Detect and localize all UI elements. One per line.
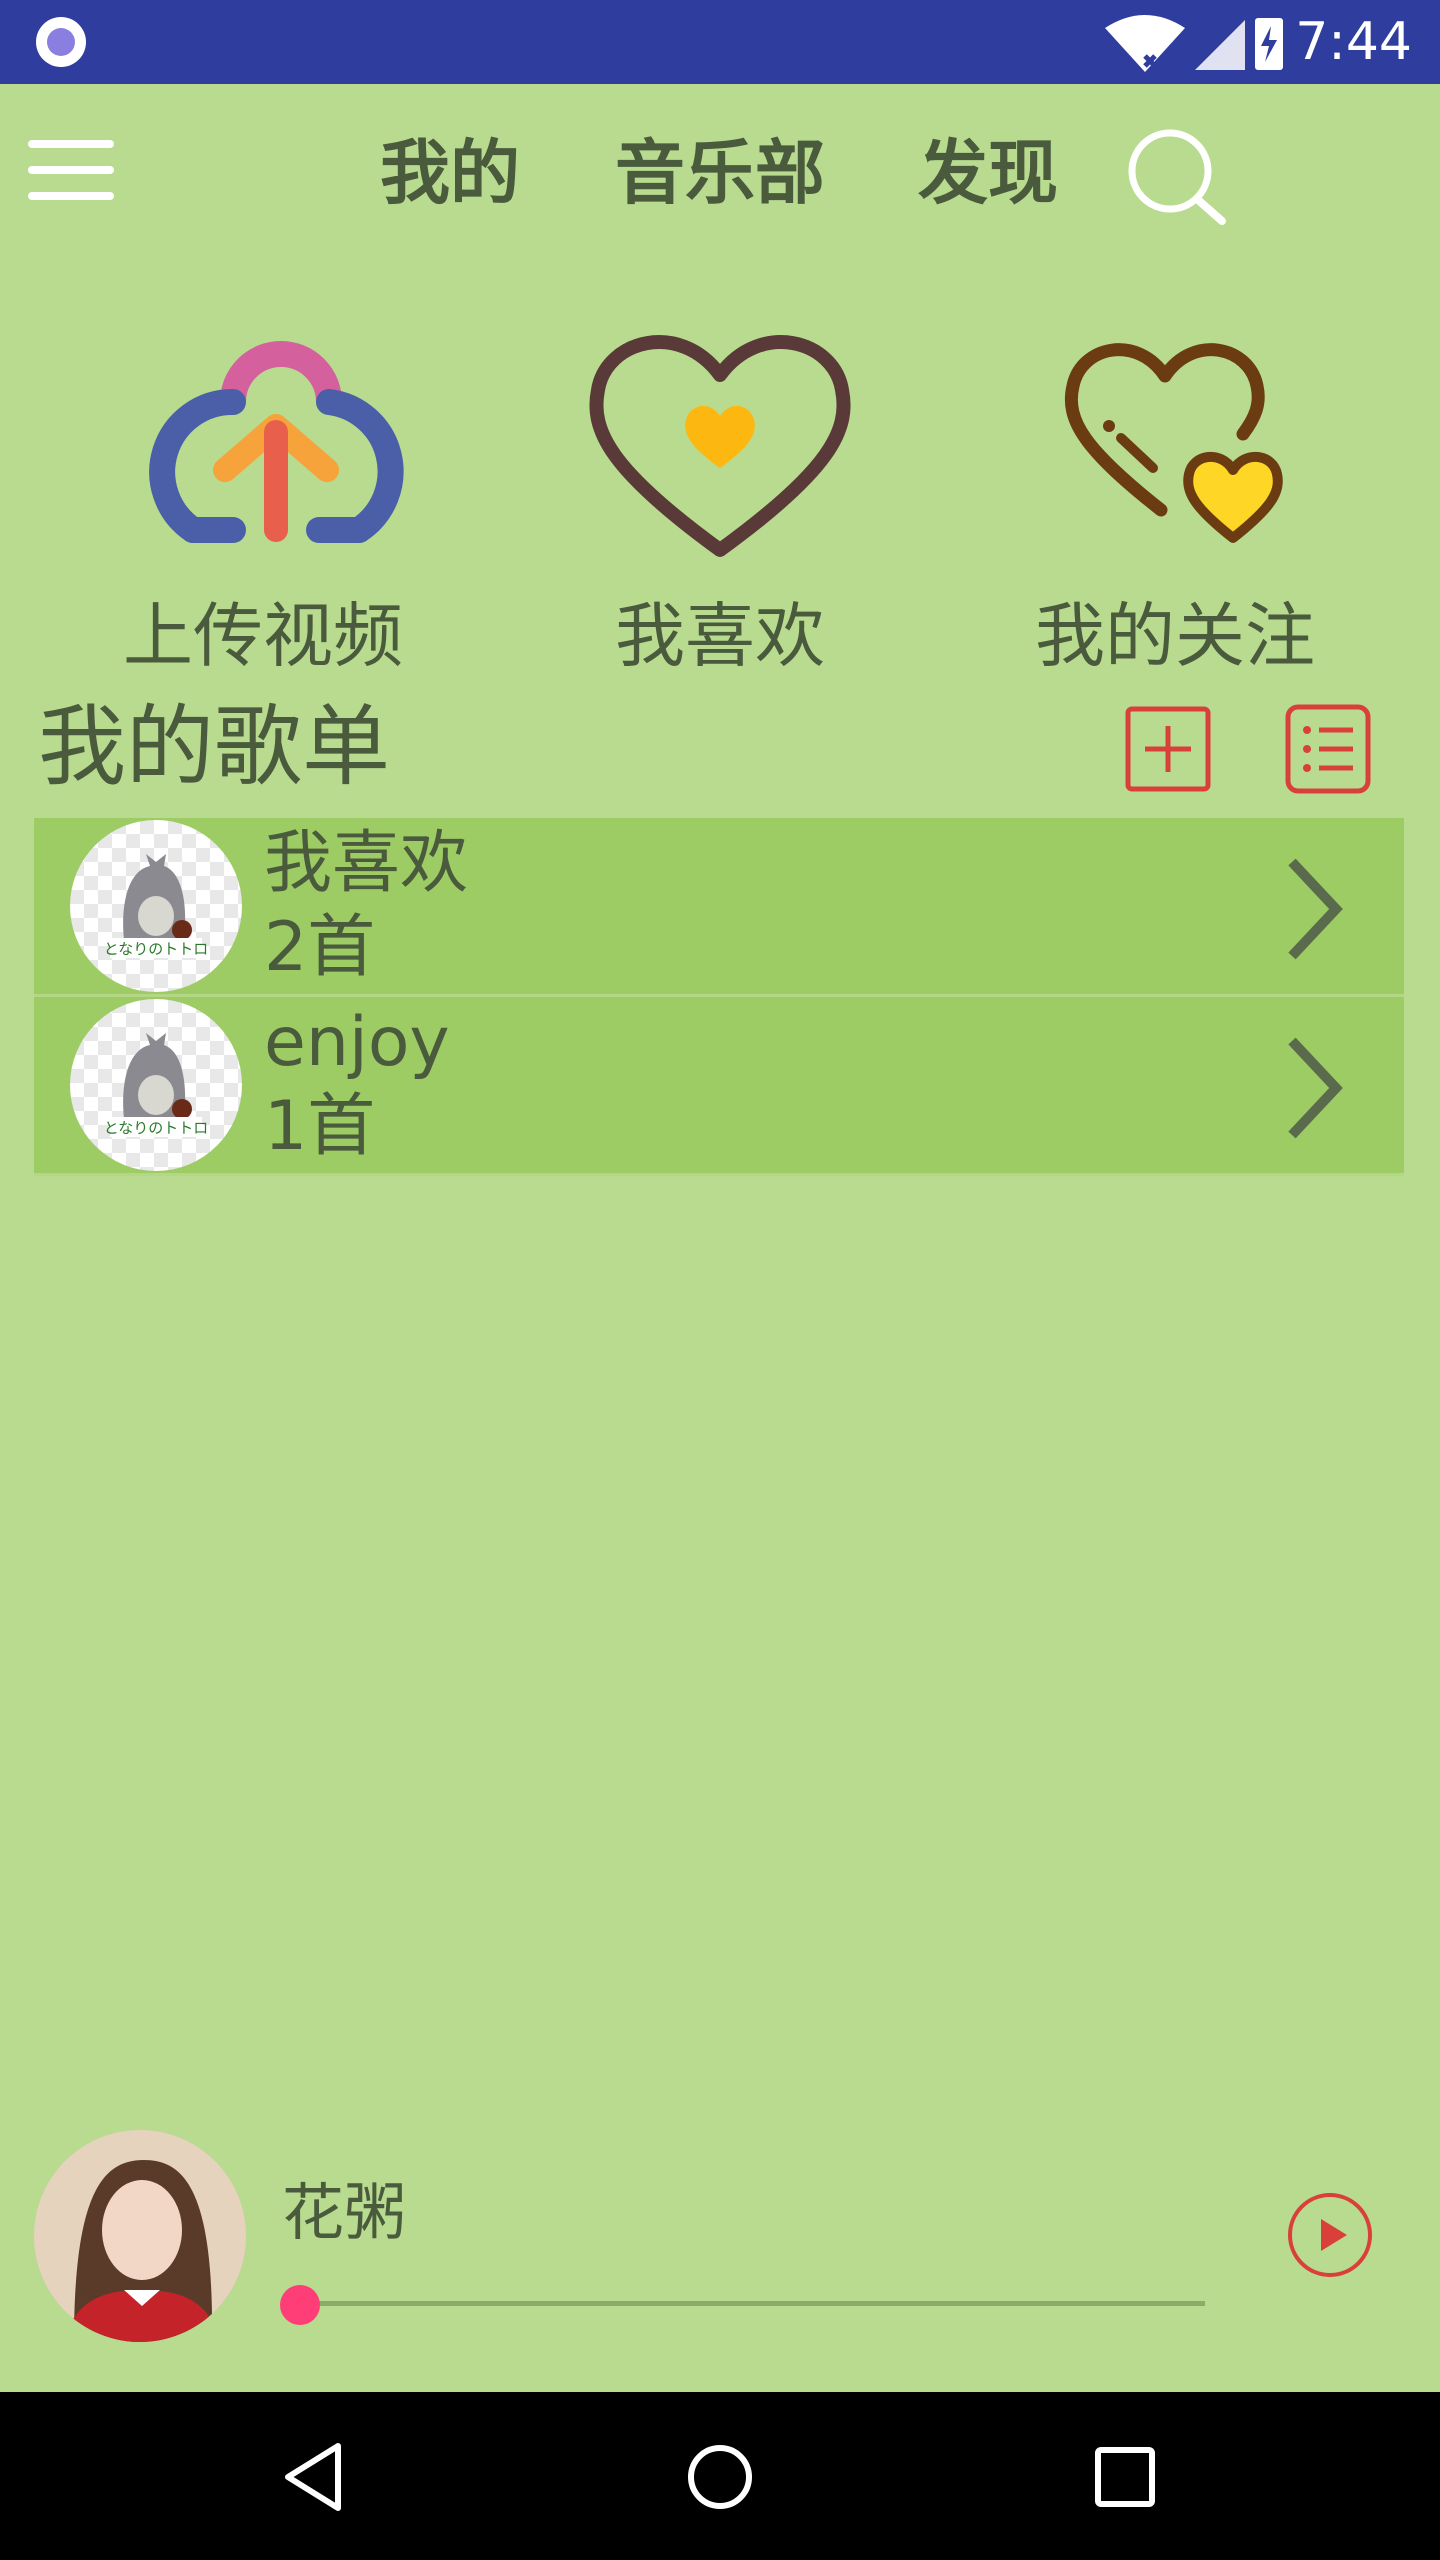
album-art[interactable]: [34, 2130, 246, 2342]
favorites-shortcut[interactable]: 我喜欢: [530, 320, 910, 680]
wifi-icon: [1105, 15, 1185, 72]
progress-track[interactable]: [300, 2301, 1205, 2306]
upload-video-shortcut[interactable]: 上传视频: [73, 320, 453, 680]
following-shortcut[interactable]: 我的关注: [985, 320, 1365, 680]
heart-icon: [589, 335, 851, 557]
cloud-upload-icon: [149, 341, 404, 543]
play-icon[interactable]: [1285, 2190, 1375, 2280]
battery-icon: [1255, 18, 1283, 70]
playlist-section-title: 我的歌单: [38, 695, 391, 798]
playlist-count: 2首: [264, 908, 376, 987]
system-nav-bar: [0, 2392, 1440, 2560]
chevron-right-icon: [1288, 1037, 1343, 1139]
playlist-row[interactable]: となりのトトロ 我喜欢 2首: [34, 818, 1404, 997]
playlist-row[interactable]: となりのトトロ enjoy 1首: [34, 997, 1404, 1176]
shortcut-label-favorites: 我喜欢: [615, 595, 825, 677]
playlist-list: となりのトトロ 我喜欢 2首 となりのトトロ enjoy 1首: [34, 818, 1404, 1176]
playlist-cover: となりのトトロ: [70, 999, 242, 1171]
notification-icon: [36, 17, 86, 67]
tab-discover[interactable]: 发现: [918, 128, 1058, 218]
playlist-name: 我喜欢: [264, 824, 469, 903]
tab-music[interactable]: 音乐部: [615, 128, 825, 218]
svg-text:となりのトトロ: となりのトトロ: [104, 940, 209, 958]
status-icons: [1105, 15, 1283, 72]
totoro-icon: となりのトトロ: [104, 1033, 209, 1137]
shortcut-label-upload: 上传视频: [123, 595, 403, 677]
totoro-icon: となりのトトロ: [104, 854, 209, 958]
search-icon[interactable]: [1120, 125, 1230, 225]
add-playlist-icon[interactable]: [1125, 706, 1211, 792]
playlist-cover: となりのトトロ: [70, 820, 242, 992]
playlist-name: enjoy: [264, 1003, 450, 1082]
recents-icon[interactable]: [1090, 2442, 1160, 2512]
svg-text:となりのトトロ: となりのトトロ: [104, 1119, 209, 1137]
manage-playlist-icon[interactable]: [1285, 704, 1371, 794]
shortcut-label-following: 我的关注: [1035, 595, 1315, 677]
double-heart-icon: [1064, 343, 1283, 543]
progress-thumb[interactable]: [280, 2285, 320, 2325]
home-icon[interactable]: [685, 2442, 755, 2512]
cell-signal-icon: [1195, 20, 1245, 70]
menu-icon[interactable]: [28, 140, 114, 200]
status-time: 7:44: [1295, 12, 1412, 72]
tab-mine[interactable]: 我的: [380, 128, 520, 218]
back-icon[interactable]: [280, 2442, 350, 2512]
now-playing-title: 花粥: [282, 2176, 407, 2249]
playlist-count: 1首: [264, 1087, 376, 1166]
chevron-right-icon: [1288, 858, 1343, 960]
